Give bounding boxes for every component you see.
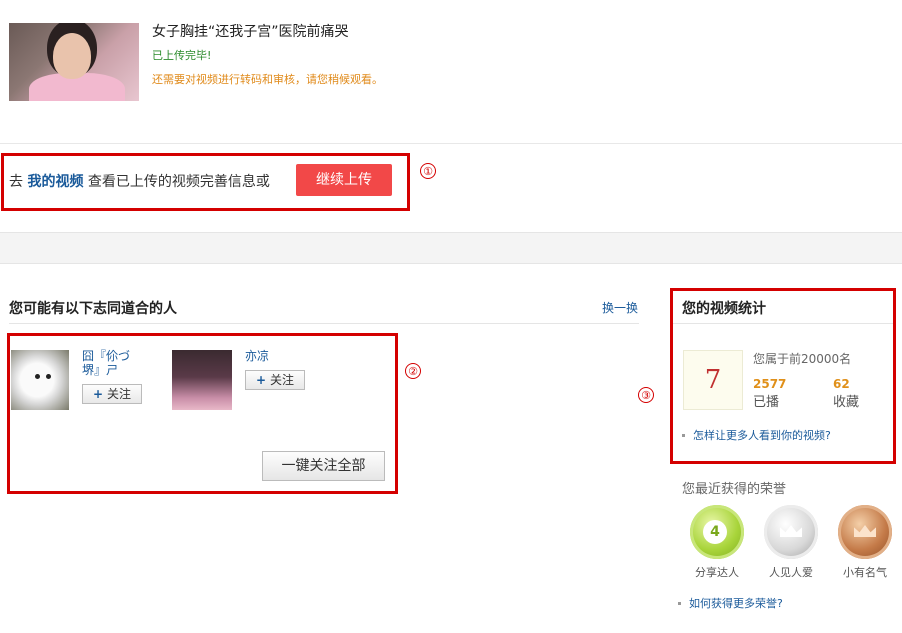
annotation-box-3 bbox=[670, 288, 896, 464]
annotation-marker-2: ② bbox=[405, 363, 421, 379]
video-thumbnail[interactable] bbox=[9, 23, 139, 101]
refresh-link[interactable]: 换一换 bbox=[602, 299, 638, 316]
divider bbox=[9, 323, 639, 324]
crown-silver-badge-icon[interactable] bbox=[764, 505, 818, 559]
divider bbox=[0, 143, 902, 144]
crown-icon bbox=[854, 525, 876, 537]
upload-note: 还需要对视频进行转码和审核，请您稍候观看。 bbox=[152, 73, 383, 86]
badge-level: 4 bbox=[703, 520, 727, 544]
badge-label-1: 分享达人 bbox=[695, 566, 739, 579]
share-expert-badge-icon[interactable]: 4 bbox=[690, 505, 744, 559]
how-more-honors-row: 如何获得更多荣誉? bbox=[678, 595, 783, 611]
how-more-honors-link[interactable]: 如何获得更多荣誉? bbox=[689, 597, 783, 610]
annotation-box-1 bbox=[1, 153, 410, 211]
annotation-marker-1: ① bbox=[420, 163, 436, 179]
thumbnail-figure-face bbox=[53, 33, 91, 79]
crown-icon bbox=[780, 525, 802, 537]
crown-bronze-badge-icon[interactable] bbox=[838, 505, 892, 559]
honors-title: 您最近获得的荣誉 bbox=[682, 482, 787, 497]
recommend-title: 您可能有以下志同道合的人 bbox=[9, 301, 177, 317]
annotation-box-2 bbox=[7, 333, 398, 494]
annotation-marker-3: ③ bbox=[638, 387, 654, 403]
section-separator-band bbox=[0, 232, 902, 264]
badge-label-3: 小有名气 bbox=[843, 566, 887, 579]
upload-status: 已上传完毕! bbox=[152, 49, 212, 62]
badge-label-2: 人见人爱 bbox=[769, 566, 813, 579]
bullet-icon bbox=[678, 602, 681, 605]
video-title: 女子胸挂“还我子宫”医院前痛哭 bbox=[152, 24, 349, 40]
